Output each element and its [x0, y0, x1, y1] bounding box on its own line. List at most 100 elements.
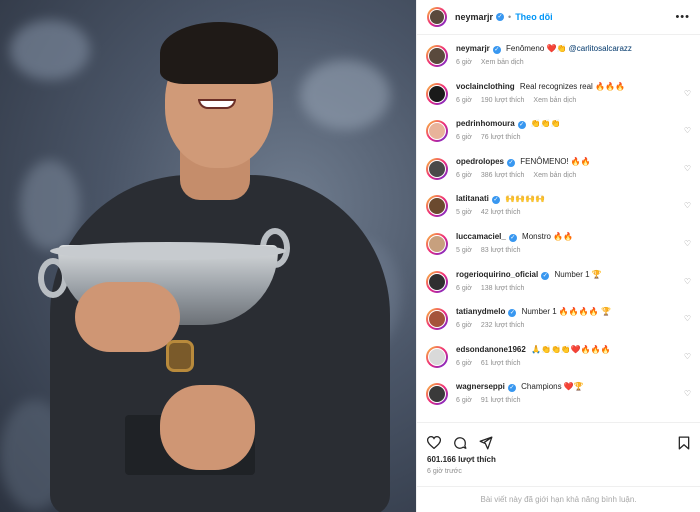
separator-dot: • [508, 12, 512, 22]
comment-translate-link[interactable]: Xem bản dịch [533, 172, 576, 179]
comment-likes[interactable]: 190 lượt thích [481, 97, 525, 104]
commenter-username[interactable]: wagnerseppi [456, 382, 505, 391]
comment-time: 5 giờ [456, 209, 472, 217]
comment-like-heart-icon[interactable]: ♡ [684, 164, 691, 173]
comments-limited-notice: Bài viết này đã giới hạn khả năng bình l… [417, 486, 700, 512]
comment-likes[interactable]: 61 lượt thích [481, 360, 521, 367]
comment-time: 6 giờ [456, 171, 472, 179]
bookmark-icon[interactable] [678, 436, 690, 450]
verified-badge-icon: ✓ [517, 121, 526, 130]
comment-like-heart-icon[interactable]: ♡ [684, 239, 691, 248]
share-icon[interactable] [479, 436, 493, 450]
player-smile [198, 99, 236, 109]
post-photo[interactable] [0, 0, 416, 512]
caption-username[interactable]: neymarjr [456, 44, 490, 53]
caption-time: 6 giờ [456, 59, 472, 66]
verified-badge-icon: ✓ [507, 384, 516, 393]
commenter-avatar[interactable] [426, 195, 448, 218]
comment-item: latitanati ✓ 🙌🙌🙌🙌 5 giờ 42 lượt thích ♡ [417, 186, 700, 224]
verified-badge-icon: ✓ [507, 158, 516, 167]
comment-likes[interactable]: 232 lượt thích [481, 322, 525, 329]
post-actions-section: 601.166 lượt thích 6 giờ trước Bài viết … [417, 422, 700, 512]
commenter-username[interactable]: latitanati [456, 194, 489, 203]
background-crowd [20, 160, 80, 250]
commenter-username[interactable]: tatianydmelo [456, 307, 505, 316]
comment-time: 6 giờ [456, 322, 472, 330]
comment-text: Monstro 🔥🔥 [522, 231, 574, 241]
post-side-panel: neymarjr ✓ • Theo dõi ••• neymarjr ✓ Fenô… [416, 0, 700, 512]
author-username[interactable]: neymarjr [455, 12, 493, 22]
commenter-username[interactable]: edsondanone1962 [456, 345, 526, 354]
comment-item: rogerioquirino_oficial ✓ Number 1 🏆 6 giờ… [417, 262, 700, 300]
comment-like-heart-icon[interactable]: ♡ [684, 126, 691, 135]
comment-text: 👏👏👏 [530, 119, 561, 129]
comment-text: 🙌🙌🙌🙌 [505, 194, 545, 204]
heart-icon[interactable] [427, 436, 441, 449]
caption-mention[interactable]: @carlitosalcarazz [569, 44, 632, 53]
comment-text: Real recognizes real 🔥🔥🔥 [519, 81, 625, 91]
more-horizontal-icon[interactable]: ••• [675, 11, 690, 23]
comment-like-heart-icon[interactable]: ♡ [684, 352, 691, 361]
comment-like-heart-icon[interactable]: ♡ [684, 89, 691, 98]
commenter-avatar[interactable] [426, 232, 448, 255]
comment-text: Number 1 🔥🔥🔥🔥 🏆 [521, 307, 611, 317]
comment-like-heart-icon[interactable]: ♡ [684, 201, 691, 210]
comment-translate-link[interactable]: Xem bản dịch [533, 97, 576, 104]
post-caption: neymarjr ✓ Fenômeno ❤️👏 @carlitosalcarazz… [417, 36, 700, 74]
comment-text: Number 1 🏆 [554, 269, 602, 279]
commenter-avatar[interactable] [426, 270, 448, 293]
comment-item: edsondanone1962 🙏👏👏👏❤️🔥🔥🔥 6 giờ 61 lượt t… [417, 337, 700, 375]
commenter-avatar[interactable] [426, 157, 448, 180]
comment-likes[interactable]: 83 lượt thích [481, 247, 521, 254]
comment-like-heart-icon[interactable]: ♡ [684, 277, 691, 286]
comment-time: 5 giờ [456, 246, 472, 254]
comments-list[interactable]: neymarjr ✓ Fenômeno ❤️👏 @carlitosalcarazz… [417, 36, 700, 422]
commenter-avatar[interactable] [426, 345, 448, 368]
commenter-username[interactable]: pedrinhomoura [456, 119, 515, 128]
commenter-username[interactable]: voclaincIothing [456, 82, 515, 91]
comment-text: FENÔMENO! 🔥🔥 [520, 156, 591, 166]
comment-text: Champions ❤️🏆 [521, 382, 584, 392]
background-crowd [300, 60, 390, 130]
comment-item: luccamaciel_ ✓ Monstro 🔥🔥 5 giờ 83 lượt th… [417, 224, 700, 262]
caption-text: Fenômeno ❤️👏 [506, 44, 567, 53]
commenter-username[interactable]: luccamaciel_ [456, 232, 506, 241]
comment-time: 6 giờ [456, 359, 472, 367]
comment-item: opedrolopes ✓ FENÔMENO! 🔥🔥 6 giờ 386 lượt … [417, 149, 700, 187]
caption-avatar[interactable] [426, 45, 448, 67]
wrist-watch [166, 340, 194, 372]
player-hand-right [160, 385, 255, 470]
commenter-avatar[interactable] [426, 120, 448, 143]
follow-button[interactable]: Theo dõi [515, 12, 553, 22]
comment-likes[interactable]: 42 lượt thích [481, 209, 521, 216]
comment-likes[interactable]: 76 lượt thích [481, 134, 521, 141]
comment-item: tatianydmelo ✓ Number 1 🔥🔥🔥🔥 🏆 6 giờ 232 l… [417, 299, 700, 337]
verified-badge-icon: ✓ [508, 233, 517, 242]
comment-time: 6 giờ [456, 134, 472, 142]
commenter-username[interactable]: rogerioquirino_oficial [456, 270, 538, 279]
comment-item: pedrinhomoura ✓ 👏👏👏 6 giờ 76 lượt thích ♡ [417, 111, 700, 149]
comment-like-heart-icon[interactable]: ♡ [684, 314, 691, 323]
verified-badge-icon: ✓ [492, 46, 501, 54]
comment-time: 6 giờ [456, 284, 472, 292]
caption-translate-link[interactable]: Xem bản dịch [481, 59, 524, 66]
comment-item: wagnerseppi ✓ Champions ❤️🏆 6 giờ 91 lượt … [417, 374, 700, 412]
author-avatar[interactable] [427, 7, 447, 27]
posted-time: 6 giờ trước [427, 468, 462, 475]
comment-likes[interactable]: 386 lượt thích [481, 172, 525, 179]
commenter-avatar[interactable] [426, 308, 448, 331]
comment-icon[interactable] [453, 436, 467, 450]
comment-likes[interactable]: 91 lượt thích [481, 397, 521, 404]
verified-badge-icon: ✓ [496, 13, 505, 21]
comment-text: 🙏👏👏👏❤️🔥🔥🔥 [531, 344, 611, 354]
verified-badge-icon: ✓ [491, 196, 500, 205]
player-hand-left [75, 282, 180, 352]
commenter-avatar[interactable] [426, 383, 448, 406]
likes-count[interactable]: 601.166 lượt thích [417, 453, 700, 464]
verified-badge-icon: ✓ [541, 271, 550, 280]
commenter-avatar[interactable] [426, 82, 448, 105]
comment-like-heart-icon[interactable]: ♡ [684, 389, 691, 398]
comment-likes[interactable]: 138 lượt thích [481, 285, 525, 292]
commenter-username[interactable]: opedrolopes [456, 157, 504, 166]
verified-badge-icon: ✓ [508, 309, 517, 318]
